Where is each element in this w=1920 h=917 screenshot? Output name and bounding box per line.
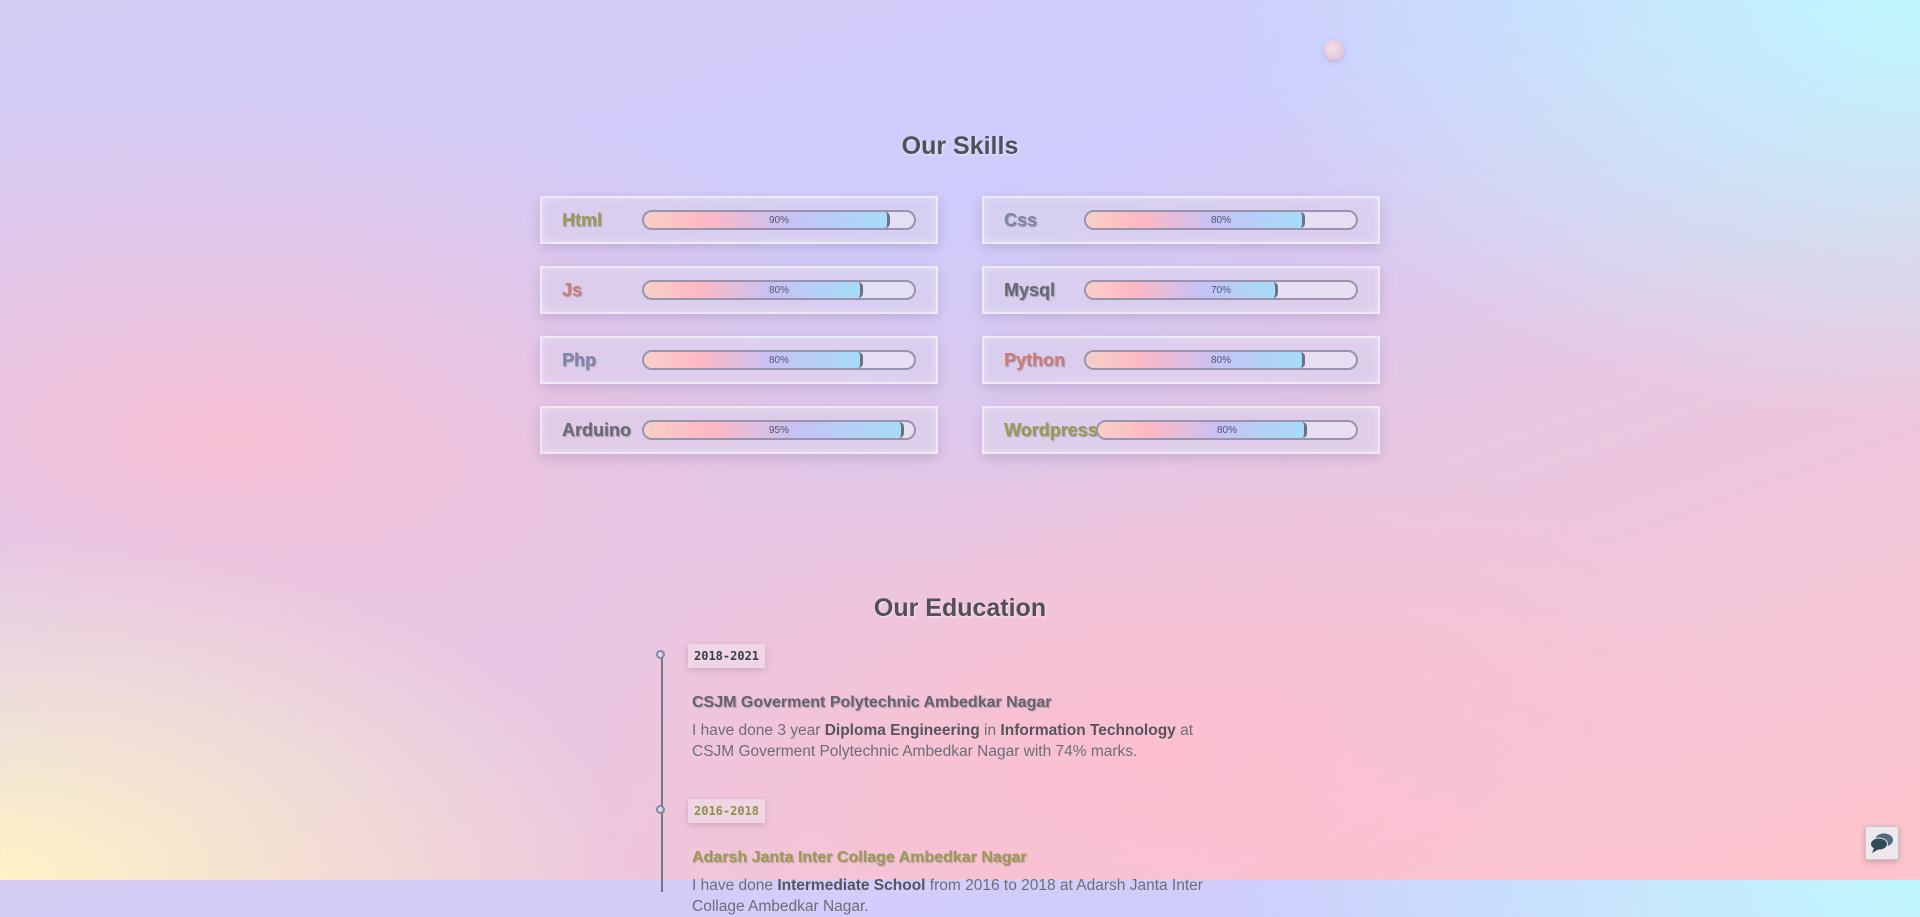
skill-progress-bar: 80% <box>1096 420 1358 440</box>
skill-percent: 80% <box>768 354 789 366</box>
timeline-title: Adarsh Janta Inter Collage Ambedkar Naga… <box>692 849 1027 866</box>
skill-percent: 80% <box>1216 424 1237 436</box>
chat-button[interactable] <box>1865 826 1899 860</box>
skills-grid: Html 90% Css 80% Js 80% Mysql 70% Php 80… <box>540 196 1380 454</box>
skill-name: Html <box>562 209 602 230</box>
skill-progress-bar: 80% <box>642 280 916 300</box>
skills-title: Our Skills <box>901 132 1019 160</box>
timeline-year: 2018-2021 <box>688 644 766 668</box>
skill-percent: 90% <box>768 214 789 226</box>
timeline-node <box>656 805 665 814</box>
skill-card: Mysql 70% <box>982 266 1380 314</box>
skill-progress-bar: 95% <box>642 420 916 440</box>
skill-percent: 70% <box>1210 284 1231 296</box>
skill-percent: 80% <box>1210 354 1231 366</box>
skill-percent: 80% <box>1210 214 1231 226</box>
skill-card: Js 80% <box>540 266 938 314</box>
skill-progress-bar: 80% <box>1084 210 1358 230</box>
skill-name: Css <box>1004 209 1038 230</box>
skill-progress-bar: 80% <box>1084 350 1358 370</box>
skill-card: Python 80% <box>982 336 1380 384</box>
skill-progress-bar: 90% <box>642 210 916 230</box>
timeline-title: CSJM Goverment Polytechnic Ambedkar Naga… <box>692 694 1052 711</box>
timeline-description: I have done Intermediate School from 201… <box>692 877 1203 915</box>
skill-name: Arduino <box>562 419 631 440</box>
skill-name: Mysql <box>1004 279 1056 300</box>
skill-card: Arduino 95% <box>540 406 938 454</box>
skill-percent: 80% <box>768 284 789 296</box>
skill-progress-bar: 80% <box>642 350 916 370</box>
skill-card: Html 90% <box>540 196 938 244</box>
skill-progress-bar: 70% <box>1084 280 1358 300</box>
skill-card: Wordpress 80% <box>982 406 1380 454</box>
timeline-node <box>656 650 665 659</box>
skill-percent: 95% <box>768 424 789 436</box>
timeline-description: I have done 3 year Diploma Engineering i… <box>692 722 1194 760</box>
skill-card: Css 80% <box>982 196 1380 244</box>
timeline-year: 2016-2018 <box>688 799 766 823</box>
floating-dot <box>1324 40 1344 60</box>
skill-card: Php 80% <box>540 336 938 384</box>
skill-name: Wordpress <box>1004 419 1098 440</box>
skill-name: Php <box>562 349 596 370</box>
skill-name: Js <box>562 279 583 300</box>
timeline-line <box>661 652 663 892</box>
education-title: Our Education <box>873 594 1047 622</box>
chat-bubbles-icon <box>1870 833 1893 853</box>
skill-name: Python <box>1004 349 1065 370</box>
